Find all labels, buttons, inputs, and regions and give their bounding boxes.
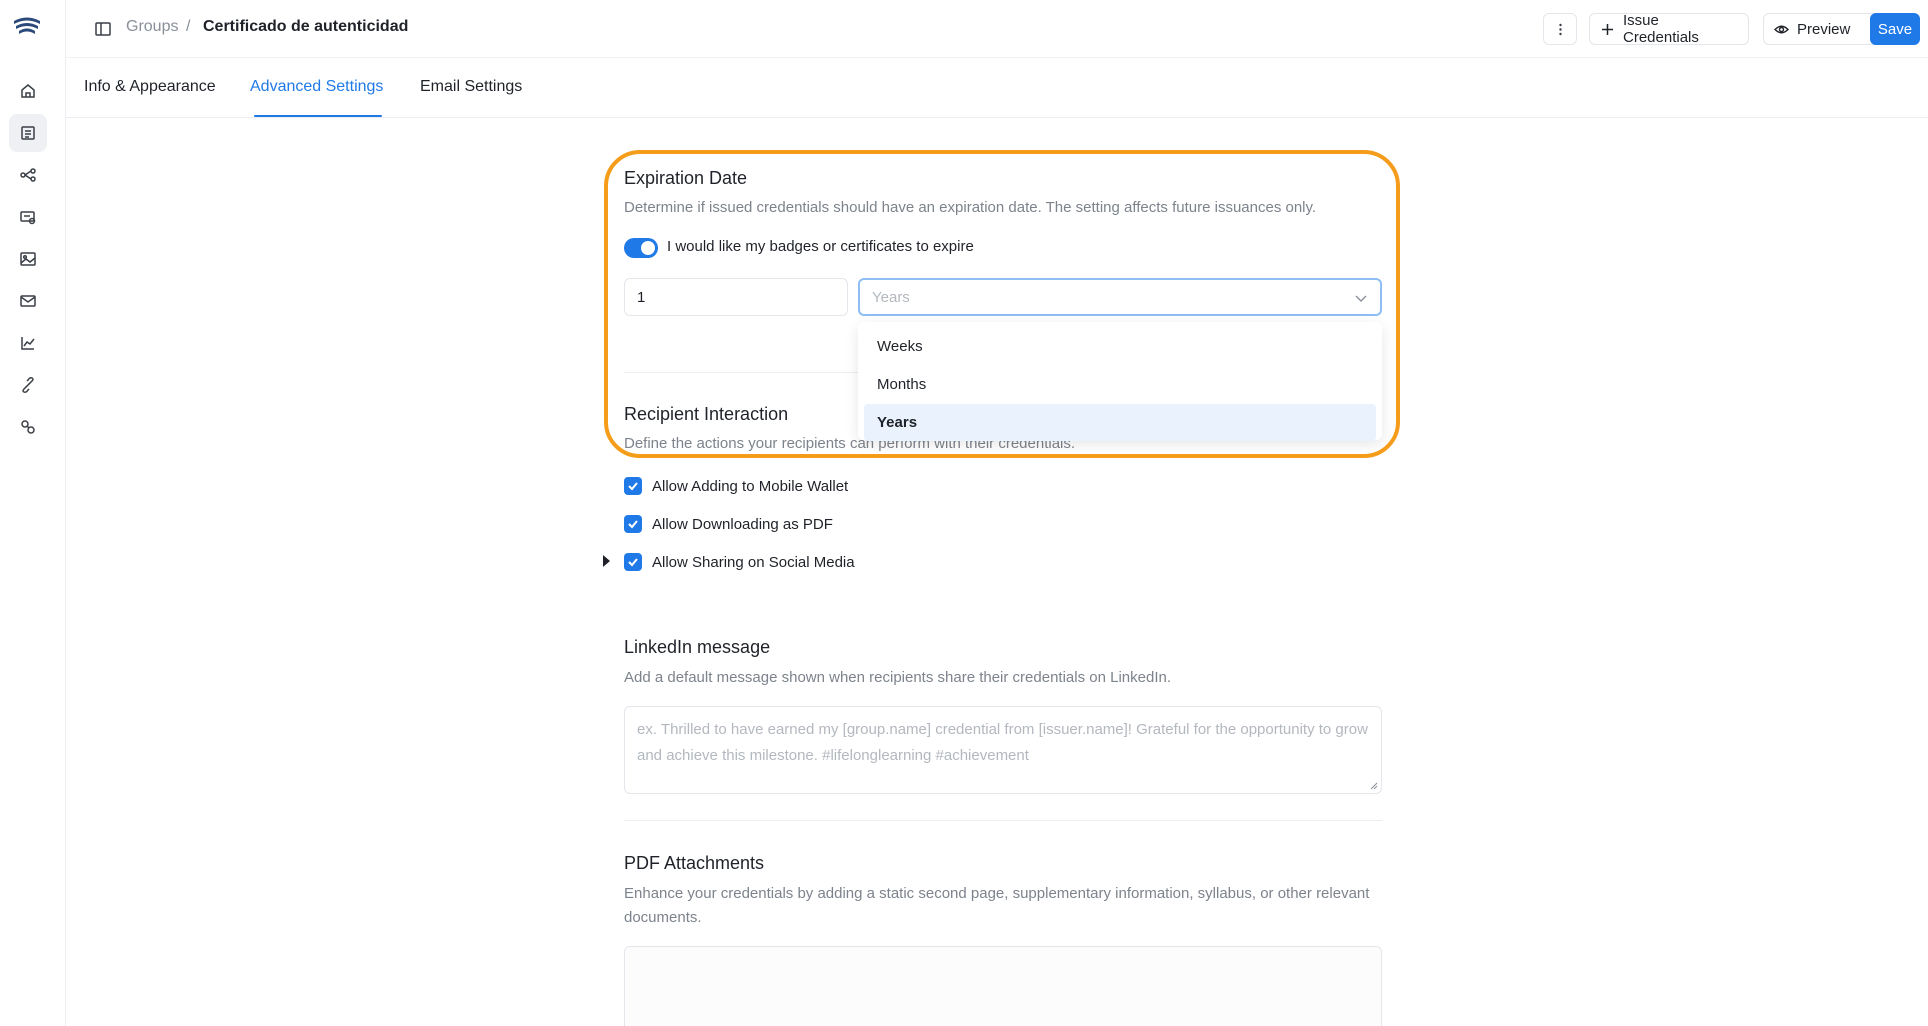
tab-email-settings[interactable]: Email Settings — [420, 78, 522, 118]
more-vertical-icon — [1558, 23, 1562, 35]
chevron-down-icon — [1355, 295, 1367, 302]
integrations-icon — [22, 377, 34, 393]
checkbox-checked-icon[interactable] — [624, 515, 642, 533]
analytics-icon — [21, 337, 35, 350]
resize-handle-icon[interactable] — [1368, 780, 1378, 790]
pdf-description: Enhance your credentials by adding a sta… — [624, 885, 1370, 926]
sidebar-item-mail[interactable] — [9, 282, 47, 320]
checkbox-mobile-wallet[interactable]: Allow Adding to Mobile Wallet — [624, 475, 848, 497]
eye-icon — [1774, 25, 1789, 33]
expiration-unit-select[interactable]: Years — [858, 278, 1382, 316]
checkbox-label: Allow Sharing on Social Media — [652, 553, 855, 571]
home-icon — [21, 84, 35, 98]
mail-icon — [20, 295, 36, 307]
pdf-title: PDF Attachments — [624, 853, 765, 873]
gallery-icon — [20, 252, 36, 266]
expiration-title: Expiration Date — [624, 168, 748, 188]
recipient-title: Recipient Interaction — [624, 404, 789, 424]
checkbox-social-sharing[interactable]: Allow Sharing on Social Media — [603, 551, 855, 573]
sidebar-item-analytics[interactable] — [9, 324, 47, 362]
issue-credentials-label: Issue Credentials — [1623, 12, 1699, 46]
checkbox-label: Allow Downloading as PDF — [652, 515, 833, 533]
option-months[interactable]: Months — [864, 366, 1376, 403]
tab-advanced-settings[interactable]: Advanced Settings — [250, 78, 383, 118]
designs-icon — [20, 211, 36, 225]
linkedin-placeholder: ex. Thrilled to have earned my [group.na… — [637, 721, 1368, 764]
sidebar-item-designs[interactable] — [9, 198, 47, 236]
expiration-amount-input[interactable] — [624, 278, 848, 316]
checkbox-download-pdf[interactable]: Allow Downloading as PDF — [624, 513, 833, 535]
preview-button[interactable]: Preview — [1763, 13, 1880, 45]
credentials-icon — [21, 126, 35, 140]
expiration-unit-dropdown: Weeks Months Years — [858, 322, 1382, 441]
settings-icon — [21, 420, 35, 434]
top-bar: Groups / Certificado de autenticidad Iss… — [66, 0, 1928, 58]
sidebar-item-gallery[interactable] — [9, 240, 47, 278]
plus-icon — [1602, 23, 1613, 35]
tab-bar: Info & Appearance Advanced Settings Emai… — [66, 58, 1928, 118]
logo-icon[interactable] — [12, 12, 42, 42]
expand-caret-icon[interactable] — [603, 555, 610, 567]
checkbox-label: Allow Adding to Mobile Wallet — [652, 477, 849, 495]
sidebar-item-settings[interactable] — [9, 408, 47, 446]
preview-label: Preview — [1797, 20, 1851, 38]
active-tab-indicator — [254, 115, 382, 117]
expire-toggle-label: I would like my badges or certificates t… — [667, 238, 974, 255]
expiration-unit-value: Years — [872, 289, 910, 306]
expire-toggle[interactable] — [624, 238, 658, 258]
option-weeks[interactable]: Weeks — [864, 328, 1376, 365]
issue-credentials-button[interactable]: Issue Credentials — [1589, 12, 1749, 46]
linkedin-description: Add a default message shown when recipie… — [624, 669, 1171, 686]
sidebar-item-home[interactable] — [9, 72, 47, 110]
tab-info-appearance[interactable]: Info & Appearance — [84, 78, 216, 118]
more-options-button[interactable] — [1543, 13, 1577, 45]
breadcrumb-current: Certificado de autenticidad — [203, 18, 409, 35]
workflow-icon — [20, 168, 36, 182]
checkbox-checked-icon[interactable] — [624, 477, 642, 495]
pdf-upload-area[interactable] — [624, 946, 1382, 1026]
linkedin-message-textarea[interactable]: ex. Thrilled to have earned my [group.na… — [624, 706, 1382, 794]
save-button[interactable]: Save — [1870, 13, 1920, 45]
breadcrumb-groups[interactable]: Groups — [126, 18, 178, 36]
sidebar-item-credentials[interactable] — [9, 114, 47, 152]
sidebar — [0, 0, 66, 1026]
sidebar-toggle-icon[interactable] — [94, 20, 112, 38]
linkedin-title: LinkedIn message — [624, 637, 771, 657]
expiration-description: Determine if issued credentials should h… — [624, 199, 1317, 216]
option-years[interactable]: Years — [864, 404, 1376, 441]
section-divider — [624, 820, 1382, 821]
breadcrumb-separator: / — [186, 18, 191, 35]
sidebar-item-workflow[interactable] — [9, 156, 47, 194]
checkbox-checked-icon[interactable] — [624, 553, 642, 571]
sidebar-item-integrations[interactable] — [9, 366, 47, 404]
